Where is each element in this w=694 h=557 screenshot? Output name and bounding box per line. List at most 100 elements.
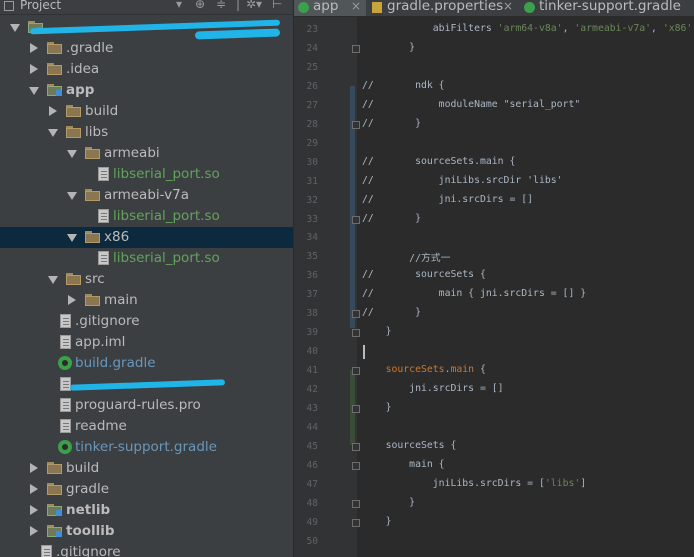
code-line[interactable]: sourceSets { bbox=[362, 440, 457, 451]
dropdown-chevron-icon[interactable]: ▾ bbox=[176, 0, 182, 11]
code-line[interactable]: // moduleName "serial_port" bbox=[362, 99, 580, 110]
tree-item[interactable]: libserial_port.so bbox=[0, 164, 293, 185]
code-line[interactable]: // sourceSets { bbox=[362, 269, 486, 280]
tree-item[interactable]: src bbox=[0, 269, 293, 290]
line-number: 29 bbox=[306, 137, 318, 149]
tree-item[interactable]: app.iml bbox=[0, 332, 293, 353]
gear-icon[interactable]: ✲▾ bbox=[246, 0, 262, 11]
code-line[interactable]: jni.srcDirs = [] bbox=[362, 383, 503, 395]
fold-marker-icon[interactable] bbox=[352, 44, 360, 53]
expand-arrow-down-icon[interactable] bbox=[48, 129, 58, 137]
tree-item[interactable]: tinker-support.gradle bbox=[0, 437, 293, 458]
code-line[interactable]: } bbox=[362, 497, 415, 508]
tree-item[interactable]: build bbox=[0, 458, 293, 479]
tree-item-label: readme bbox=[75, 418, 127, 434]
tree-item[interactable]: armeabi-v7a bbox=[0, 185, 293, 206]
close-icon[interactable]: × bbox=[503, 0, 513, 13]
fold-marker-icon[interactable] bbox=[352, 120, 360, 129]
collapse-all-icon[interactable]: ≑ bbox=[216, 0, 226, 11]
tab-tinker-support-gradle[interactable]: tinker-support.gradle bbox=[520, 0, 694, 16]
project-panel-header: Project ▾ ⊕ ≑ | ✲▾ ⊢ bbox=[0, 0, 293, 15]
fold-marker-icon[interactable] bbox=[352, 442, 360, 451]
expand-arrow-down-icon[interactable] bbox=[67, 192, 77, 200]
code-line[interactable]: // main { jni.srcDirs = [] } bbox=[362, 288, 586, 299]
line-number: 33 bbox=[306, 213, 318, 225]
fold-marker-icon[interactable] bbox=[352, 461, 360, 470]
code-line[interactable]: //方式一 bbox=[362, 250, 450, 264]
code-line[interactable]: // sourceSets.main { bbox=[362, 156, 515, 167]
file-icon bbox=[98, 167, 109, 181]
expand-arrow-right-icon[interactable] bbox=[30, 463, 38, 473]
expand-arrow-down-icon[interactable] bbox=[10, 24, 20, 32]
expand-arrow-right-icon[interactable] bbox=[30, 43, 38, 53]
fold-marker-icon[interactable] bbox=[352, 367, 360, 376]
tab-app[interactable]: app × bbox=[294, 0, 366, 16]
expand-arrow-down-icon[interactable] bbox=[29, 87, 39, 95]
expand-arrow-right-icon[interactable] bbox=[30, 484, 38, 494]
tree-item[interactable]: .gitignore bbox=[0, 542, 293, 557]
tab-gradle-properties[interactable]: gradle.properties × bbox=[368, 0, 518, 16]
code-line[interactable]: abiFilters 'arm64-v8a', 'armeabi-v7a', '… bbox=[362, 23, 693, 34]
line-number: 32 bbox=[306, 194, 318, 206]
hide-panel-icon[interactable]: ⊢ bbox=[272, 0, 282, 11]
tree-item[interactable]: gradle bbox=[0, 479, 293, 500]
tree-item[interactable]: libserial_port.so bbox=[0, 206, 293, 227]
tree-item[interactable]: main bbox=[0, 290, 293, 311]
code-line[interactable]: // jni.srcDirs = [] bbox=[362, 194, 533, 205]
tree-item[interactable]: armeabi bbox=[0, 143, 293, 164]
fold-marker-icon[interactable] bbox=[352, 405, 360, 413]
project-panel-title[interactable]: Project bbox=[20, 0, 61, 12]
code-line[interactable]: jniLibs.srcDirs = ['libs'] bbox=[362, 478, 586, 489]
code-line[interactable]: // } bbox=[362, 307, 421, 318]
text-caret bbox=[363, 345, 365, 360]
close-icon[interactable]: × bbox=[351, 0, 361, 13]
code-line[interactable]: // } bbox=[362, 213, 421, 224]
fold-marker-icon[interactable] bbox=[352, 215, 360, 224]
tree-item[interactable]: .gitignore bbox=[0, 311, 293, 332]
folder-icon bbox=[47, 42, 62, 54]
tree-item[interactable]: .gradle bbox=[0, 38, 293, 59]
fold-marker-icon[interactable] bbox=[352, 499, 360, 508]
tree-item-label: .gitignore bbox=[75, 313, 140, 329]
tree-item-label: app bbox=[66, 82, 95, 98]
target-icon[interactable]: ⊕ bbox=[195, 0, 205, 11]
expand-arrow-down-icon[interactable] bbox=[48, 276, 58, 284]
expand-arrow-right-icon[interactable] bbox=[30, 505, 38, 515]
tree-item[interactable]: libserial_port.so bbox=[0, 248, 293, 269]
tree-item[interactable]: readme bbox=[0, 416, 293, 437]
tree-item[interactable]: .idea bbox=[0, 59, 293, 80]
code-token: 'arm64-v8a' bbox=[497, 23, 563, 34]
folder-icon bbox=[47, 63, 62, 75]
code-line[interactable]: } bbox=[362, 516, 392, 527]
tree-item[interactable]: app bbox=[0, 80, 293, 101]
code-token: jniLibs bbox=[362, 477, 475, 489]
expand-arrow-down-icon[interactable] bbox=[67, 150, 77, 158]
fold-marker-icon[interactable] bbox=[352, 518, 360, 527]
code-line[interactable]: } bbox=[362, 326, 392, 337]
tree-item[interactable]: x86 bbox=[0, 227, 293, 248]
code-line[interactable]: sourceSets.main { bbox=[362, 364, 486, 375]
expand-arrow-down-icon[interactable] bbox=[67, 234, 77, 242]
code-line[interactable]: } bbox=[362, 42, 415, 53]
code-line[interactable]: } bbox=[362, 402, 392, 413]
expand-arrow-right-icon[interactable] bbox=[68, 295, 76, 305]
code-editor[interactable]: 23 24 25 26 27 28 29 30 31 32 33 34 35 36 37 38 39 40 41 42… bbox=[294, 17, 694, 557]
tree-item[interactable]: toollib bbox=[0, 521, 293, 542]
fold-marker-icon[interactable] bbox=[352, 310, 360, 319]
tree-item[interactable]: build.gradle bbox=[0, 353, 293, 374]
code-line[interactable]: // ndk { bbox=[362, 80, 445, 91]
fold-marker-icon[interactable] bbox=[352, 329, 360, 338]
code-line[interactable]: // } bbox=[362, 118, 421, 129]
tree-item[interactable]: netlib bbox=[0, 500, 293, 521]
folder-icon bbox=[85, 231, 100, 243]
expand-arrow-right-icon[interactable] bbox=[30, 526, 38, 536]
tree-item[interactable]: proguard-rules.pro bbox=[0, 395, 293, 416]
expand-arrow-right-icon[interactable] bbox=[30, 64, 38, 74]
code-line[interactable]: main { bbox=[362, 459, 444, 470]
code-line[interactable]: // jniLibs.srcDir 'libs' bbox=[362, 175, 563, 186]
tree-item[interactable]: libs bbox=[0, 122, 293, 143]
tree-item[interactable]: build bbox=[0, 101, 293, 122]
code-token: srcDirs bbox=[432, 383, 475, 395]
line-number: 43 bbox=[306, 403, 318, 414]
expand-arrow-right-icon[interactable] bbox=[49, 106, 57, 116]
